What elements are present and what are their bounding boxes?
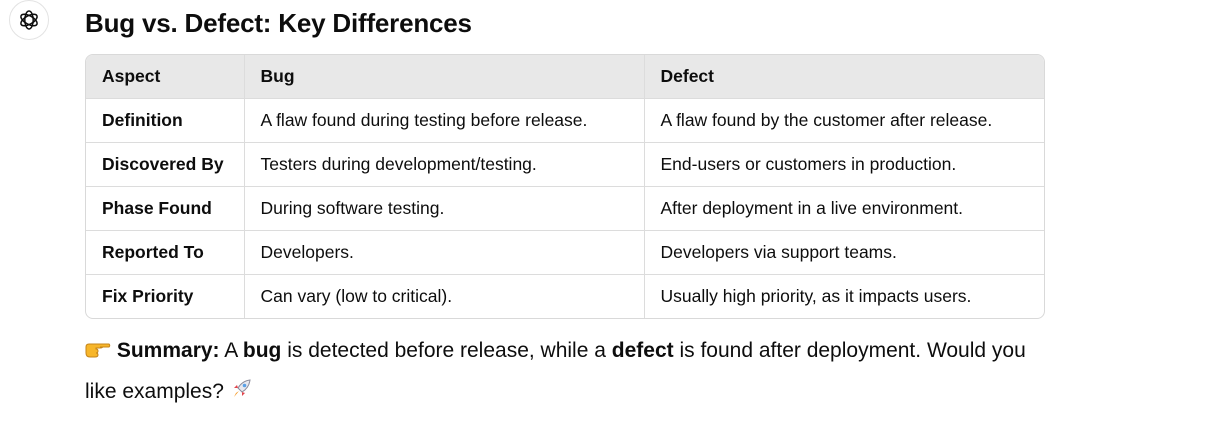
rocket-icon (230, 376, 254, 414)
header-defect: Defect (644, 55, 1044, 99)
defect-cell: End-users or customers in production. (644, 142, 1044, 187)
defect-cell: Developers via support teams. (644, 230, 1044, 275)
header-aspect: Aspect (86, 55, 245, 99)
summary-term-bug: bug (242, 339, 282, 362)
defect-cell: After deployment in a live environment. (644, 186, 1044, 231)
aspect-cell: Phase Found (86, 186, 245, 231)
bug-cell: During software testing. (244, 186, 645, 231)
table-row: Definition A flaw found during testing b… (86, 98, 1044, 143)
openai-logo-icon (20, 10, 38, 30)
bug-cell: Testers during development/testing. (244, 142, 645, 187)
summary-paragraph: Summary: A bug is detected before releas… (85, 332, 1045, 414)
table-row: Discovered By Testers during development… (86, 142, 1044, 187)
aspect-cell: Discovered By (86, 142, 245, 187)
bug-cell: Developers. (244, 230, 645, 275)
header-bug: Bug (244, 55, 645, 99)
table-row: Phase Found During software testing. Aft… (86, 186, 1044, 231)
comparison-table-container: Aspect Bug Defect Definition A flaw foun… (85, 54, 1045, 319)
comparison-table: Aspect Bug Defect Definition A flaw foun… (86, 55, 1044, 318)
bug-cell: A flaw found during testing before relea… (244, 98, 645, 143)
pointing-hand-icon (85, 335, 111, 373)
bug-cell: Can vary (low to critical). (244, 274, 645, 318)
summary-text-1: A (219, 339, 243, 362)
summary-text-2: is detected before release, while a (281, 339, 612, 362)
aspect-cell: Fix Priority (86, 274, 245, 318)
table-row: Fix Priority Can vary (low to critical).… (86, 274, 1044, 318)
section-heading: Bug vs. Defect: Key Differences (85, 8, 472, 38)
summary-term-defect: defect (611, 339, 674, 362)
summary-label: Summary: (116, 339, 220, 362)
assistant-avatar (9, 0, 49, 40)
aspect-cell: Reported To (86, 230, 245, 275)
defect-cell: Usually high priority, as it impacts use… (660, 285, 972, 306)
aspect-cell: Definition (86, 98, 245, 143)
table-header-row: Aspect Bug Defect (86, 55, 1044, 99)
defect-cell: A flaw found by the customer after relea… (644, 98, 1044, 143)
table-row: Reported To Developers. Developers via s… (86, 230, 1044, 275)
